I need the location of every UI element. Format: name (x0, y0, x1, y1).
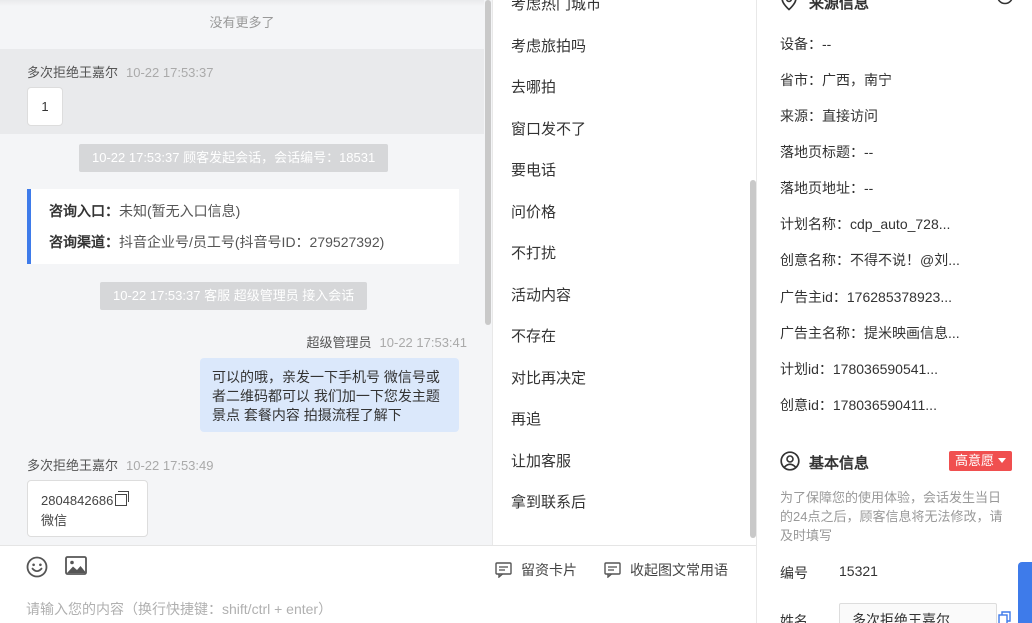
wechat-number: 2804842686 (41, 493, 114, 508)
phrase-item[interactable]: 要电话 (511, 159, 556, 180)
wechat-number-row: 2804842686 (41, 491, 134, 511)
info-row-advertiser-name: 广告主名称：提米映画信息... (780, 325, 960, 341)
customer-name: 多次拒绝王嘉尔 (27, 458, 119, 473)
message-time: 10-22 17:53:37 (126, 65, 214, 80)
phrase-item[interactable]: 对比再决定 (511, 367, 586, 388)
phrase-item[interactable]: 让加客服 (511, 450, 571, 471)
info-row-plan-id: 计划id：178036590541... (780, 361, 938, 377)
copy-icon[interactable] (115, 491, 130, 506)
info-row-source: 来源：直接访问 (780, 108, 878, 124)
wechat-label: 微信 (41, 513, 68, 528)
consult-channel-row: 咨询渠道：抖音企业号/员工号(抖音号ID：279527392) (49, 233, 459, 264)
copy-icon[interactable] (998, 611, 1012, 623)
message-list-icon (604, 562, 621, 578)
phrase-item[interactable]: 考虑旅拍吗 (511, 35, 586, 56)
system-agent-join: 10-22 17:53:37 客服 超级管理员 接入会话 (100, 282, 368, 310)
phrases-scrollbar[interactable] (749, 0, 756, 545)
source-info-title-text: 来源信息 (809, 0, 870, 12)
consult-entry-row: 咨询入口：未知(暂无入口信息) (49, 202, 459, 233)
phrase-item[interactable]: 再追 (511, 408, 541, 429)
number-value: 15321 (839, 563, 878, 579)
phrase-item[interactable]: 活动内容 (511, 284, 571, 305)
chat-panel: 没有更多了 多次拒绝王嘉尔 10-22 17:53:37 1 10-22 17:5… (0, 0, 492, 545)
system-session-start: 10-22 17:53:37 顾客发起会话，会话编号：18531 (79, 144, 389, 172)
basic-info-title-text: 基本信息 (809, 455, 870, 472)
image-icon[interactable] (65, 556, 87, 576)
info-row-plan-name: 计划名称：cdp_auto_728... (780, 216, 951, 232)
agent-message-bubble: 可以的哦，亲发一下手机号 微信号或者二维码都可以 我们加一下您发主题景点 套餐内… (200, 358, 459, 432)
chat-scrollbar-thumb[interactable] (485, 0, 491, 325)
customer-message-bubble: 1 (27, 87, 63, 126)
basic-info-title: 基本信息 (780, 451, 870, 473)
phrase-item[interactable]: 不存在 (511, 325, 556, 346)
collapse-phrases-label: 收起图文常用语 (630, 562, 728, 578)
customer-name: 多次拒绝王嘉尔 (27, 65, 119, 80)
emoji-icon[interactable] (26, 556, 48, 578)
info-row-landing-url: 落地页地址：-- (780, 180, 874, 196)
location-pin-icon (781, 0, 797, 11)
consult-channel-value: 抖音企业号/员工号(抖音号ID：279527392) (119, 234, 385, 250)
consult-entry-value: 未知(暂无入口信息) (119, 203, 241, 219)
user-circle-icon (780, 451, 800, 471)
message-input[interactable] (26, 598, 726, 620)
intent-level-dropdown[interactable]: 高意愿 (949, 451, 1013, 471)
info-row-creative-name: 创意名称：不得不说！@刘... (780, 252, 960, 268)
collapse-phrases-button[interactable]: 收起图文常用语 (604, 561, 728, 579)
phrase-item[interactable]: 问价格 (511, 201, 556, 222)
floating-side-button[interactable] (1018, 562, 1032, 623)
info-row-creative-id: 创意id：178036590411... (780, 397, 937, 413)
message-time: 10-22 17:53:49 (126, 458, 214, 473)
chat-scrollbar[interactable] (484, 0, 492, 545)
intent-level-value: 高意愿 (955, 453, 995, 468)
consult-entry-label: 咨询入口： (49, 203, 119, 219)
info-row-device: 设备：-- (780, 36, 832, 52)
phrase-item[interactable]: 考虑热门城市 (511, 0, 601, 14)
edit-icon[interactable] (995, 0, 1015, 8)
lead-card-button[interactable]: 留资卡片 (495, 561, 577, 579)
wechat-contact-card[interactable]: 2804842686 微信 (27, 480, 148, 537)
info-row-landing-title: 落地页标题：-- (780, 144, 874, 160)
number-label: 编号 (780, 565, 808, 581)
customer-info-panel: 来源信息 设备：-- 省市：广西，南宁 来源：直接访问 落地页标题：-- 落地页… (756, 0, 1032, 623)
consult-channel-label: 咨询渠道： (49, 234, 119, 250)
quick-phrases-panel: 考虑热门城市 考虑旅拍吗 去哪拍 窗口发不了 要电话 问价格 不打扰 活动内容 … (492, 0, 756, 545)
agent-message-time: 10-22 17:53:41 (379, 335, 467, 350)
phrase-item[interactable]: 拿到联系后 (511, 491, 586, 512)
edit-deadline-notice: 为了保障您的使用体验，会话发生当日的24点之后，顾客信息将无法修改，请及时填写 (780, 490, 1003, 543)
info-row-province-city: 省市：广西，南宁 (780, 72, 892, 88)
message-input-area: 留资卡片 收起图文常用语 (0, 545, 756, 623)
chevron-down-icon (998, 458, 1007, 463)
customer-message-header-2: 多次拒绝王嘉尔 10-22 17:53:49 (27, 455, 213, 474)
consult-source-card: 咨询入口：未知(暂无入口信息) 咨询渠道：抖音企业号/员工号(抖音号ID：279… (27, 189, 459, 264)
phrase-item[interactable]: 窗口发不了 (511, 118, 586, 139)
no-more-history: 没有更多了 (209, 15, 275, 30)
message-card-icon (495, 562, 512, 578)
chat-top-shadow (0, 0, 484, 6)
phrase-item[interactable]: 不打扰 (511, 242, 556, 263)
source-info-title: 来源信息 (780, 0, 869, 13)
agent-name: 超级管理员 (306, 335, 372, 350)
agent-message-header: 超级管理员 10-22 17:53:41 (307, 332, 467, 351)
phrase-item[interactable]: 去哪拍 (511, 76, 556, 97)
info-row-advertiser-id: 广告主id：176285378923... (780, 289, 952, 305)
customer-message-header: 多次拒绝王嘉尔 10-22 17:53:37 (27, 62, 213, 81)
name-field[interactable]: 多次拒绝王嘉尔 (839, 603, 997, 623)
lead-card-label: 留资卡片 (521, 562, 577, 578)
name-label: 姓名 (780, 613, 808, 623)
